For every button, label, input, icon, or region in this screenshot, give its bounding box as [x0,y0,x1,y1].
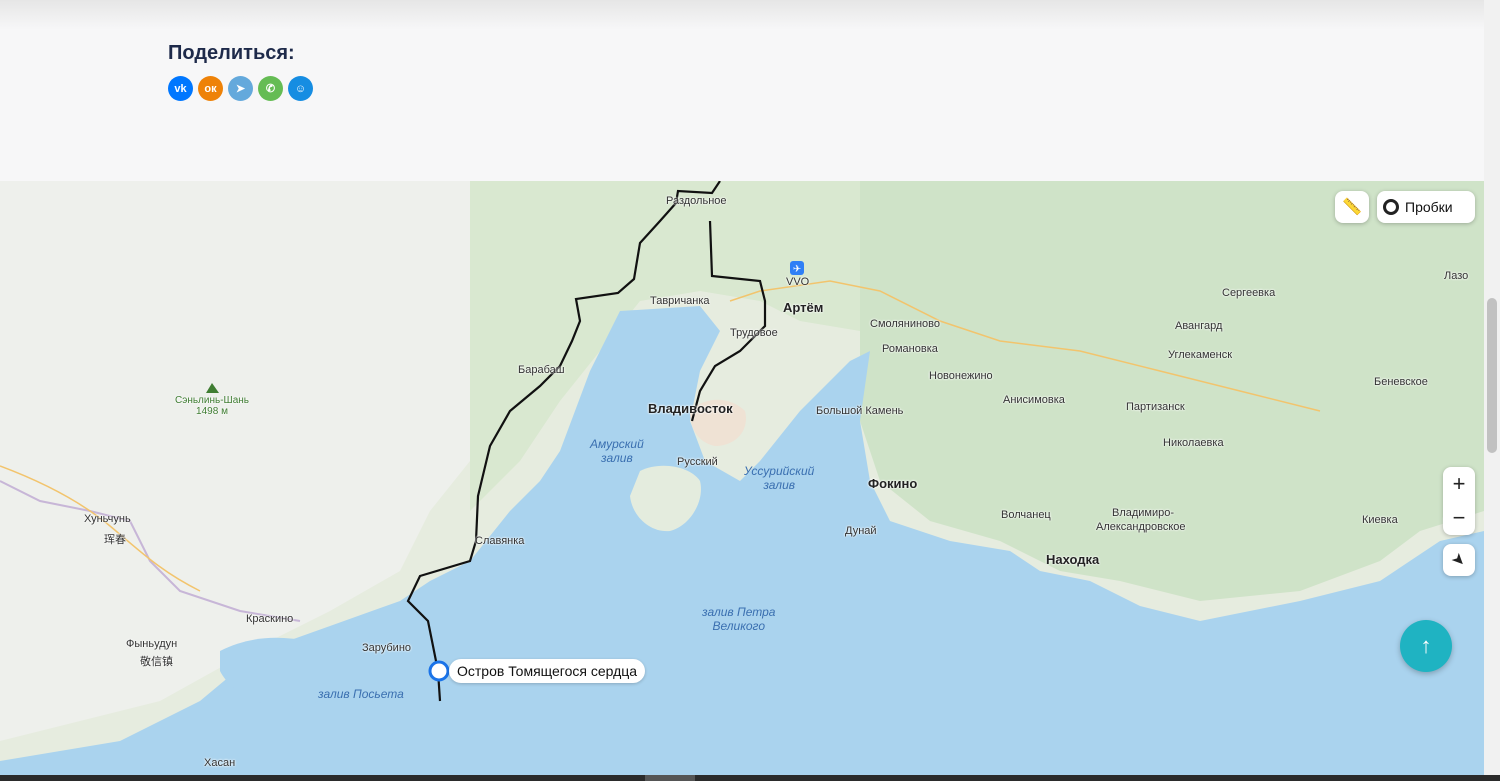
map[interactable]: ✈ Раздольное VVO Артём Тавричанка Трудовое Ба… [0,181,1484,775]
share-block: Поделиться: vk ок ➤ ✆ ☺ [168,42,313,101]
horizontal-scrollbar-thumb[interactable] [645,775,695,781]
bay-label: Уссурийский залив [744,464,815,492]
arrow-up-icon: ↑ [1420,633,1432,658]
place-label: Русский [677,456,718,468]
bay-label: залив Петра Великого [702,605,776,633]
place-label: Анисимовка [1003,394,1065,406]
traffic-label: Пробки [1405,199,1453,215]
place-label: Славянка [475,535,525,547]
place-label: Артём [783,300,824,315]
geolocation-button[interactable]: ➤ [1443,544,1475,576]
place-label: Хасан [204,757,236,769]
place-label: Углекаменск [1168,349,1233,361]
place-label: Лазо [1444,270,1469,282]
place-label: Большой Камень [816,405,904,417]
vertical-scrollbar-thumb[interactable] [1487,298,1497,453]
place-label: Беневское [1374,376,1428,388]
zoom-out-button[interactable]: − [1453,501,1466,535]
bay-label: залив Посьета [318,687,404,701]
place-label: Партизанск [1126,401,1185,413]
moimir-icon[interactable]: ☺ [288,76,313,101]
vk-icon[interactable]: vk [168,76,193,101]
place-label: Трудовое [730,327,778,339]
place-label: Фокино [868,476,918,491]
bay-label: Амурский залив [590,437,644,465]
horizontal-scrollbar[interactable] [0,775,1500,781]
place-label: Николаевка [1163,437,1224,449]
odnoklassniki-icon[interactable]: ок [198,76,223,101]
place-label: Сергеевка [1222,287,1276,299]
place-label: Новонежино [929,370,993,382]
ruler-icon: 📏 [1342,199,1362,216]
traffic-icon [1383,199,1399,215]
place-label: Барабаш [518,364,565,376]
place-label: Фыньудун [126,638,178,650]
place-label: Раздольное [666,195,727,207]
place-label: 敬信镇 [140,656,173,668]
marker-label[interactable]: Остров Томящегося сердца [449,659,646,683]
zoom-in-button[interactable]: + [1453,467,1466,501]
place-label: Романовка [882,343,938,355]
place-label: Смоляниново [870,318,941,330]
place-label: Тавричанка [650,295,710,307]
scroll-to-top-button[interactable]: ↑ [1400,620,1452,672]
share-icons: vk ок ➤ ✆ ☺ [168,76,313,101]
traffic-button[interactable]: Пробки [1377,191,1475,223]
place-label: Авангард [1175,320,1223,332]
ruler-button[interactable]: 📏 [1335,191,1369,223]
whatsapp-icon[interactable]: ✆ [258,76,283,101]
place-label: 珲春 [104,534,126,546]
place-label: Владивосток [648,401,733,416]
place-label: Находка [1046,552,1100,567]
geolocation-icon: ➤ [1447,549,1470,572]
share-title: Поделиться: [168,42,295,64]
place-label: Киевка [1362,514,1398,526]
top-shade [0,0,1484,30]
place-label: Владимиро- [1112,507,1175,519]
telegram-icon[interactable]: ➤ [228,76,253,101]
map-canvas: ✈ [0,181,1484,775]
place-label: Волчанец [1001,509,1051,521]
svg-text:✈: ✈ [793,264,801,275]
place-label: VVO [786,276,810,288]
route-marker-pin[interactable] [428,660,450,682]
zoom-control: + − [1443,467,1475,535]
mountain-label: Сэньлинь-Шань 1498 м [175,395,249,417]
place-label: Краскино [246,613,294,625]
place-label: Хуньчунь [84,513,131,525]
place-label: Александровское [1096,521,1186,533]
place-label: Зарубино [362,642,412,654]
place-label: Дунай [845,525,877,537]
